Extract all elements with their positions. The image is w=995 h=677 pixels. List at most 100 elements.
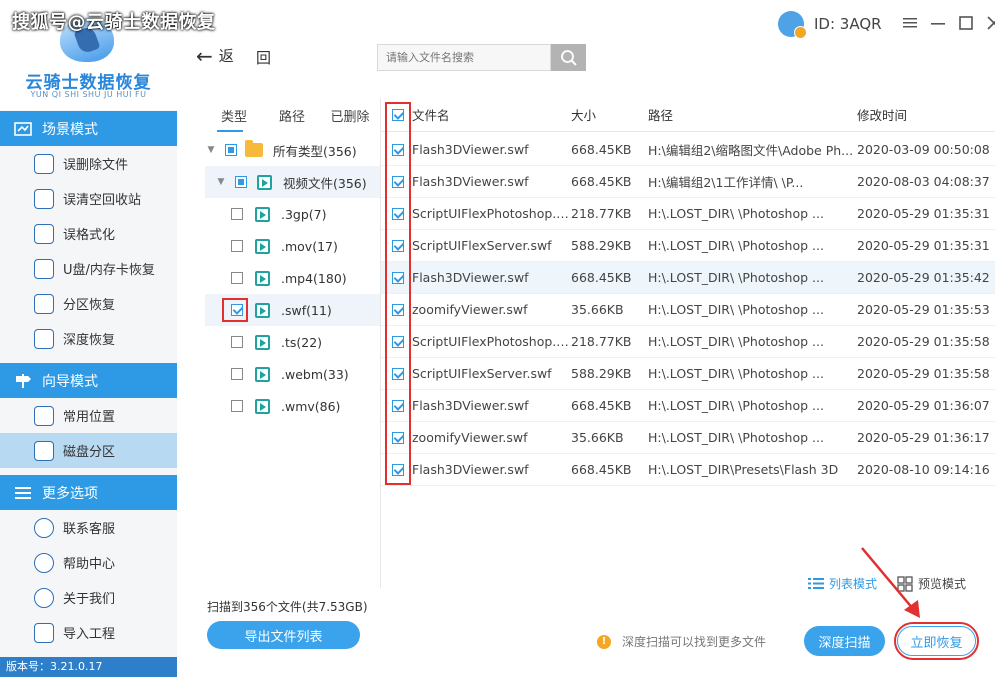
highlight-box (222, 298, 248, 322)
checkbox[interactable] (231, 240, 243, 252)
table-row[interactable]: zoomifyViewer.swf 35.66KB H:\.LOST_DIR\ … (381, 294, 995, 326)
checkbox[interactable] (231, 368, 243, 380)
video-file-icon (255, 206, 270, 222)
section-scene-mode[interactable]: 场景模式 (0, 111, 177, 146)
file-name: Flash3DViewer.swf (412, 142, 529, 157)
close-button[interactable] (984, 12, 995, 34)
import-icon (34, 622, 54, 643)
file-table: 文件名 大小 路径 修改时间 Flash3DViewer.swf 668.45K… (381, 98, 995, 488)
sidebar-item-label: 关于我们 (63, 592, 116, 607)
watermark-text: 搜狐号@云骑士数据恢复 (12, 12, 216, 33)
signpost-icon (12, 373, 34, 389)
checkbox[interactable] (235, 176, 247, 188)
return-button[interactable]: 回 (256, 47, 271, 68)
search-icon (560, 49, 577, 66)
highlight-box (894, 622, 979, 660)
sidebar-item-label: 联系客服 (63, 522, 116, 537)
format-icon (34, 223, 54, 244)
file-search-icon (34, 153, 54, 174)
tree-row-wmv[interactable]: .wmv(86) (205, 390, 380, 422)
table-row[interactable]: ScriptUIFlexPhotoshop.s... 218.77KB H:\.… (381, 326, 995, 358)
sidebar-item-import-project[interactable]: 导入工程 (0, 615, 177, 650)
column-header-path[interactable]: 路径 (648, 105, 857, 124)
file-name: zoomifyViewer.swf (412, 302, 528, 317)
tab-path[interactable]: 路径 (263, 98, 321, 132)
table-row[interactable]: Flash3DViewer.swf 668.45KB H:\.LOST_DIR\… (381, 390, 995, 422)
sidebar-item-usb-card[interactable]: U盘/内存卡恢复 (0, 251, 177, 286)
back-button[interactable]: ← 返 (196, 45, 234, 66)
sidebar-item-format[interactable]: 误格式化 (0, 216, 177, 251)
sidebar-item-contact-support[interactable]: 联系客服 (0, 510, 177, 545)
sidebar-item-deleted-files[interactable]: 误删除文件 (0, 146, 177, 181)
tree-row-all-types[interactable]: ▼ 所有类型(356) (205, 134, 380, 166)
tree-row-label: 所有类型(356) (273, 143, 357, 159)
table-row[interactable]: zoomifyViewer.swf 35.66KB H:\.LOST_DIR\ … (381, 422, 995, 454)
tree-row-3gp[interactable]: .3gp(7) (205, 198, 380, 230)
expand-caret-icon[interactable]: ▼ (205, 145, 217, 155)
back-label: 返 (218, 47, 234, 65)
table-row[interactable]: ScriptUIFlexServer.swf 588.29KB H:\.LOST… (381, 230, 995, 262)
sidebar-item-about-us[interactable]: 关于我们 (0, 580, 177, 615)
checkbox[interactable] (231, 336, 243, 348)
user-account[interactable]: ID: 3AQR (778, 11, 882, 39)
file-size: 668.45KB (571, 270, 632, 285)
column-header-time[interactable]: 修改时间 (857, 105, 995, 124)
disk-icon (34, 440, 54, 461)
file-path: H:\.LOST_DIR\ \Photoshop ... (648, 334, 824, 349)
sidebar-item-disk-partition[interactable]: 磁盘分区 (0, 433, 177, 468)
tree-row-mov[interactable]: .mov(17) (205, 230, 380, 262)
checkbox[interactable] (225, 144, 237, 156)
sidebar-item-help-center[interactable]: 帮助中心 (0, 545, 177, 580)
tree-row-ts[interactable]: .ts(22) (205, 326, 380, 358)
table-row[interactable]: Flash3DViewer.swf 668.45KB H:\编辑组2\1工作详情… (381, 166, 995, 198)
tree-row-webm[interactable]: .webm(33) (205, 358, 380, 390)
search-button[interactable] (551, 44, 586, 71)
deep-recovery-icon (34, 328, 54, 349)
sidebar-item-common-locations[interactable]: 常用位置 (0, 398, 177, 433)
export-list-button[interactable]: 导出文件列表 (207, 621, 360, 649)
help-icon (34, 552, 54, 573)
tab-type[interactable]: 类型 (205, 98, 263, 132)
file-path: H:\编辑组2\1工作详情\ \P... (648, 175, 804, 190)
file-name: ScriptUIFlexPhotoshop.s... (412, 206, 571, 221)
sidebar-item-label: 帮助中心 (63, 557, 116, 572)
tree-row-label: .ts(22) (281, 334, 323, 350)
section-guide-mode[interactable]: 向导模式 (0, 363, 177, 398)
table-row[interactable]: ScriptUIFlexServer.swf 588.29KB H:\.LOST… (381, 358, 995, 390)
search-input[interactable] (377, 44, 551, 71)
file-size: 588.29KB (571, 238, 632, 253)
column-header-size[interactable]: 大小 (571, 105, 648, 124)
file-size: 218.77KB (571, 334, 632, 349)
video-file-icon (255, 238, 270, 254)
deep-scan-button[interactable]: 深度扫描 (804, 626, 885, 656)
sidebar-item-label: 分区恢复 (63, 298, 116, 313)
sidebar-item-deep-recovery[interactable]: 深度恢复 (0, 321, 177, 356)
column-header-name[interactable]: 文件名 (412, 105, 571, 124)
table-row[interactable]: Flash3DViewer.swf 668.45KB H:\.LOST_DIR\… (381, 262, 995, 294)
hamburger-icon (903, 18, 917, 28)
section-title: 场景模式 (42, 121, 98, 138)
menu-button[interactable] (900, 12, 920, 34)
table-row[interactable]: Flash3DViewer.swf 668.45KB H:\编辑组2\缩略图文件… (381, 134, 995, 166)
minimize-button[interactable] (928, 12, 948, 34)
maximize-button[interactable] (956, 12, 976, 34)
checkbox[interactable] (231, 400, 243, 412)
table-row[interactable]: Flash3DViewer.swf 668.45KB H:\.LOST_DIR\… (381, 454, 995, 486)
section-more-options[interactable]: 更多选项 (0, 475, 177, 510)
checkbox[interactable] (231, 208, 243, 220)
sidebar-item-partition[interactable]: 分区恢复 (0, 286, 177, 321)
tree-row-video[interactable]: ▼ 视频文件(356) (205, 166, 380, 198)
expand-caret-icon[interactable]: ▼ (215, 177, 227, 187)
tab-deleted[interactable]: 已删除 (321, 98, 379, 132)
file-name: zoomifyViewer.swf (412, 430, 528, 445)
sidebar-item-recycle-bin[interactable]: 误清空回收站 (0, 181, 177, 216)
sidebar: 云骑士数据恢复 YUN QI SHI SHU JU HUI FU 场景模式 误删… (0, 0, 177, 677)
list-view-icon (808, 578, 824, 589)
checkbox[interactable] (231, 272, 243, 284)
tree-row-mp4[interactable]: .mp4(180) (205, 262, 380, 294)
video-file-icon (257, 174, 272, 190)
video-file-icon (255, 366, 270, 382)
file-name: Flash3DViewer.swf (412, 174, 529, 189)
table-row[interactable]: ScriptUIFlexPhotoshop.s... 218.77KB H:\.… (381, 198, 995, 230)
annotation-arrow-icon (861, 547, 920, 618)
